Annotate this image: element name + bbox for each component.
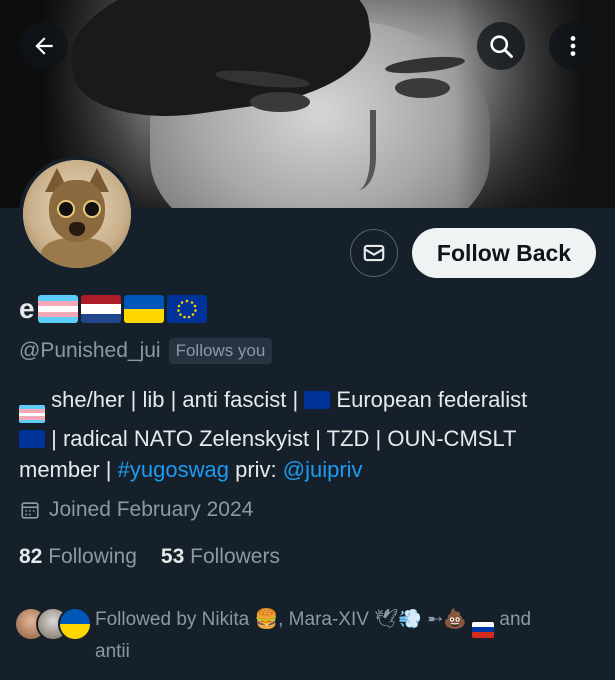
search-icon	[490, 35, 513, 58]
followers-count: 53	[160, 545, 185, 568]
followers-link[interactable]: 53 Followers	[161, 545, 280, 569]
bio-text: | radical NATO Zelenskyist | TZD | OUN-C…	[51, 426, 517, 452]
eu-flag-icon	[304, 391, 331, 409]
follow-back-button[interactable]: Follow Back	[412, 228, 596, 278]
transgender-flag-icon	[19, 405, 45, 424]
follower-avatar	[58, 607, 92, 641]
bio-text: European federalist	[336, 387, 528, 412]
followed-by-text[interactable]: Followed by Nikita 🍔, Mara-XIV 🕊💨 ➸💩 and…	[95, 606, 595, 666]
banner-nose	[330, 110, 376, 190]
profile-avatar[interactable]	[19, 156, 135, 272]
following-label: Following	[48, 545, 137, 568]
transgender-flag-icon	[37, 295, 78, 323]
mention-link[interactable]: @juipriv	[283, 457, 363, 482]
banner-eye	[250, 92, 310, 112]
bio-text: priv:	[235, 457, 277, 483]
profile-bio: she/her | lib | anti fascist | European …	[19, 384, 599, 485]
following-count: 82	[19, 545, 43, 568]
handle-row: @Punished_jui Follows you	[19, 338, 273, 364]
russia-flag-icon	[472, 621, 495, 638]
display-name: e	[19, 293, 207, 325]
follow-stats: 82 Following 53 Followers	[19, 545, 280, 569]
more-options-button[interactable]	[549, 22, 597, 70]
eu-flag-icon	[166, 295, 207, 323]
bio-text: she/her | lib | anti fascist |	[51, 387, 299, 412]
search-button[interactable]	[477, 22, 525, 70]
joined-date: Joined February 2024	[19, 498, 253, 522]
display-name-text: e	[19, 293, 35, 324]
joined-text: Joined February 2024	[49, 498, 254, 521]
calendar-icon	[21, 502, 39, 519]
mail-icon	[363, 244, 385, 262]
eu-flag-icon	[19, 430, 45, 449]
netherlands-flag-icon	[80, 295, 121, 323]
user-handle: @Punished_jui	[19, 339, 161, 362]
hashtag-link[interactable]: #yugoswag	[118, 457, 229, 482]
following-link[interactable]: 82 Following	[19, 545, 137, 569]
followers-label: Followers	[190, 545, 280, 568]
follows-you-badge: Follows you	[168, 338, 273, 364]
bio-text: member |	[19, 457, 112, 483]
back-button[interactable]	[20, 22, 68, 70]
followed-by-avatars[interactable]	[14, 607, 92, 641]
more-vertical-icon	[570, 36, 576, 56]
arrow-left-icon	[35, 37, 53, 55]
message-button[interactable]	[350, 229, 398, 277]
banner-eye	[395, 78, 450, 98]
ukraine-flag-icon	[123, 295, 164, 323]
